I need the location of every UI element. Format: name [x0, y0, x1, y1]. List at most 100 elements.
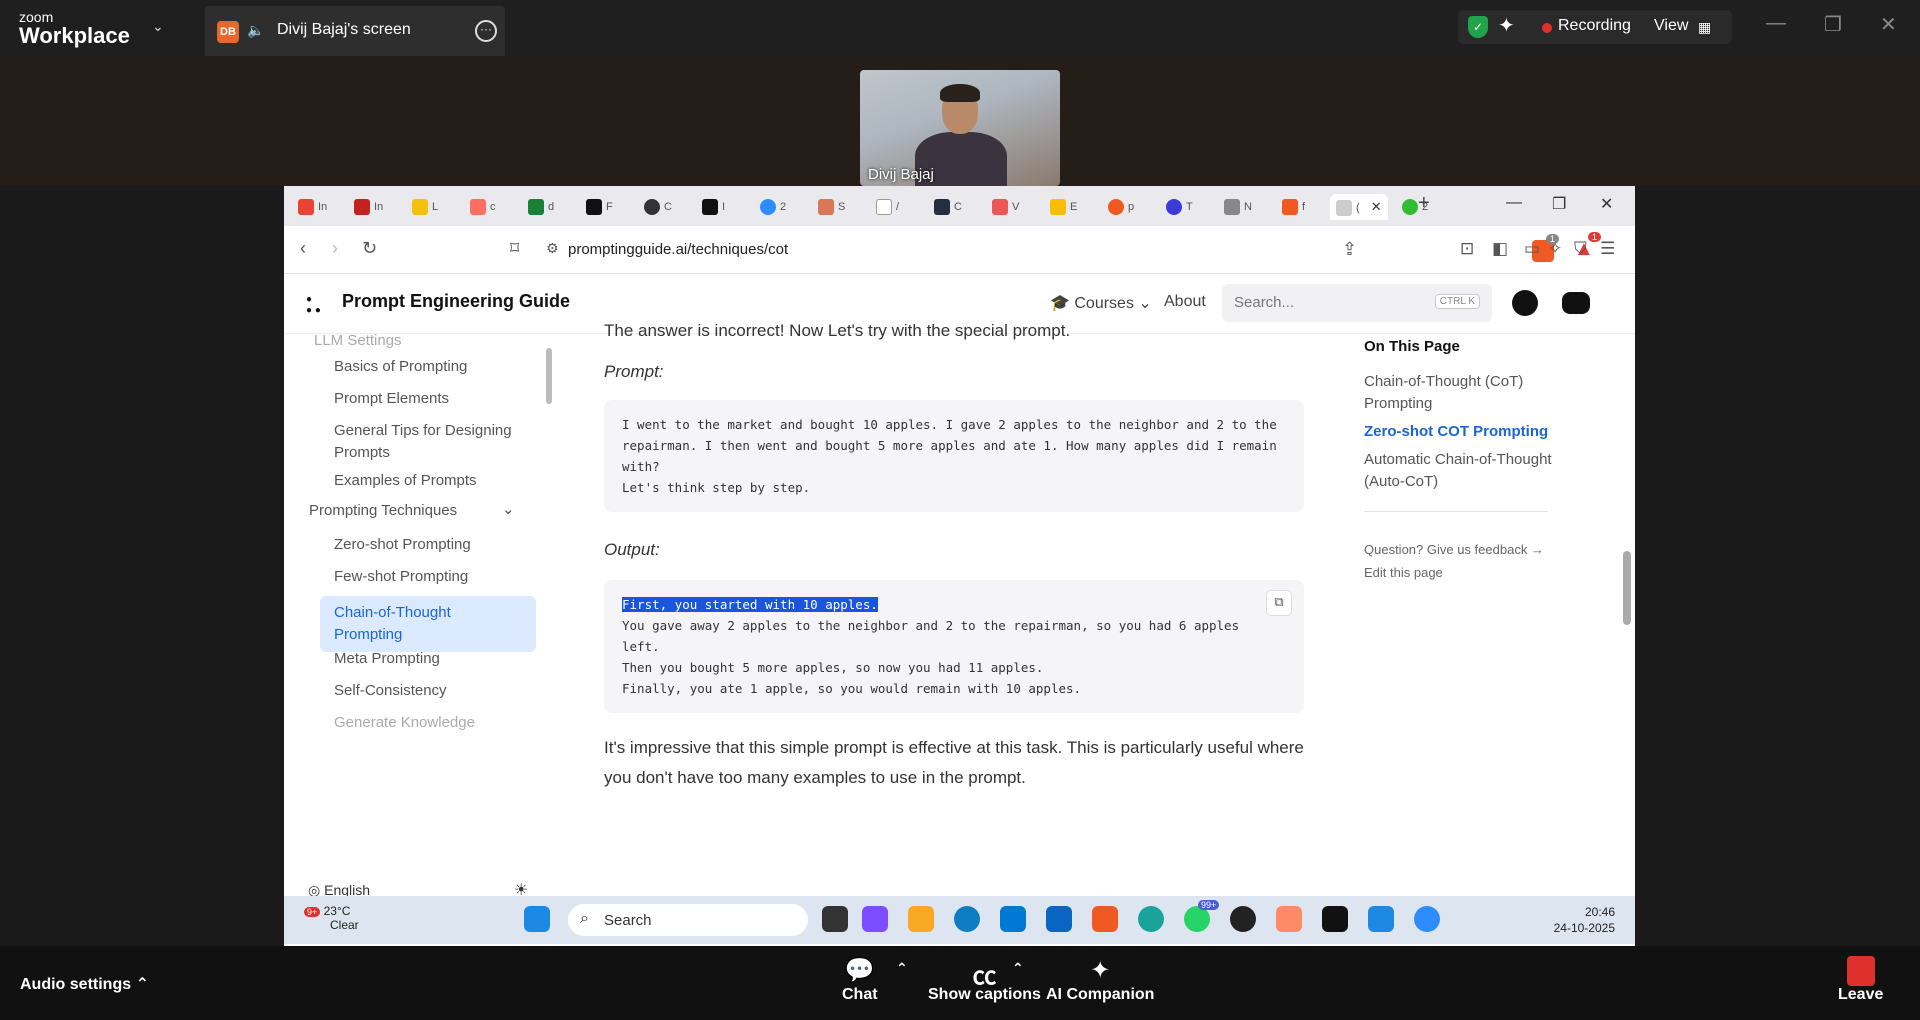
browser-close-icon[interactable]: ✕ [1600, 194, 1613, 214]
sidebar-item-general-tips[interactable]: General Tips for Designing Prompts [334, 420, 514, 464]
tab-13[interactable]: V [992, 194, 1019, 220]
taskbar-search[interactable]: ⌕ Search [568, 904, 808, 936]
sidebar-item-zero-shot[interactable]: Zero-shot Prompting [334, 534, 534, 556]
tab-4[interactable]: c [470, 194, 496, 220]
sidebar-item-elements[interactable]: Prompt Elements [334, 388, 534, 410]
nav-courses[interactable]: 🎓 Courses ⌄ [1050, 293, 1152, 313]
tab-14[interactable]: E [1050, 194, 1077, 220]
security-shield-icon[interactable]: ✓ [1468, 16, 1488, 38]
store-icon[interactable] [1000, 906, 1026, 932]
feedback-link[interactable]: Question? Give us feedback → [1364, 542, 1594, 557]
ai-companion-button[interactable]: ✦ AI Companion [1046, 956, 1154, 1004]
vpn-icon[interactable]: ⛉ [1574, 239, 1587, 259]
chat-button[interactable]: 💬 Chat [842, 956, 878, 1004]
close-icon[interactable]: ✕ [1880, 12, 1897, 37]
sidebar-item-meta[interactable]: Meta Prompting [334, 648, 534, 670]
tab-15[interactable]: p [1108, 194, 1134, 220]
chat-options-chevron-icon[interactable]: ⌃ [896, 960, 908, 977]
outlook-icon[interactable] [1046, 906, 1072, 932]
site-title[interactable]: Prompt Engineering Guide [342, 291, 570, 312]
tab-17[interactable]: N [1224, 194, 1252, 220]
sidebar-item-llm-settings[interactable]: LLM Settings [314, 334, 514, 352]
task-view-icon[interactable] [822, 906, 848, 932]
browser-minimize-icon[interactable]: — [1506, 194, 1522, 212]
more-icon[interactable]: ··· [475, 20, 497, 42]
chevron-down-icon[interactable]: ⌄ [502, 500, 515, 518]
tab-11[interactable]: / [876, 194, 899, 220]
view-button[interactable]: View [1654, 17, 1688, 35]
audio-settings-button[interactable]: Audio settings ⌃ [20, 974, 149, 994]
page-scrollbar[interactable] [1623, 551, 1631, 625]
app-icon[interactable] [1138, 906, 1164, 932]
back-icon[interactable]: ‹ [300, 238, 306, 259]
toc-link-cot[interactable]: Chain-of-Thought (CoT) Prompting [1364, 371, 1594, 415]
tab-12[interactable]: C [934, 194, 962, 220]
prompt-code-block[interactable]: I went to the market and bought 10 apple… [604, 400, 1304, 512]
github-icon[interactable] [1512, 290, 1538, 316]
sidebar-toggle-icon[interactable]: ◧ [1492, 239, 1508, 259]
leave-button[interactable]: Leave [1838, 956, 1883, 1004]
screen-share-tab[interactable]: DB 🔈 Divij Bajaj's screen ··· [205, 6, 505, 56]
sidebar-item-self-consistency[interactable]: Self-Consistency [334, 680, 534, 702]
sidebar-item-basics[interactable]: Basics of Prompting [334, 356, 534, 378]
new-tab-icon[interactable]: + [1418, 192, 1430, 215]
chevron-down-icon[interactable]: ⌄ [152, 18, 164, 35]
nav-about[interactable]: About [1164, 293, 1206, 311]
vscode-icon[interactable] [1368, 906, 1394, 932]
zoom-icon[interactable] [1414, 906, 1440, 932]
ai-sparkle-icon[interactable]: ✦ [1498, 13, 1515, 38]
sidebar-item-few-shot[interactable]: Few-shot Prompting [334, 566, 534, 588]
tab-9[interactable]: 2 [760, 194, 786, 220]
edit-page-link[interactable]: Edit this page [1364, 565, 1594, 580]
browser-maximize-icon[interactable]: ❐ [1552, 194, 1566, 214]
tab-16[interactable]: T [1166, 194, 1193, 220]
captions-button[interactable]: ㏄ Show captions [928, 956, 1041, 1004]
tab-5[interactable]: d [528, 194, 554, 220]
reload-icon[interactable]: ↻ [362, 238, 377, 259]
edge-icon[interactable] [954, 906, 980, 932]
brave-icon[interactable] [1092, 906, 1118, 932]
app-icon[interactable] [862, 906, 888, 932]
tab-7[interactable]: C [644, 194, 672, 220]
file-explorer-icon[interactable] [908, 906, 934, 932]
wallet-icon[interactable]: ▭ [1524, 239, 1540, 259]
leo-ai-icon[interactable]: ✧ [1548, 239, 1562, 259]
sidebar-item-examples[interactable]: Examples of Prompts [334, 470, 534, 492]
windows-start-icon[interactable] [524, 906, 550, 932]
output-code-block[interactable]: First, you started with 10 apples. You g… [604, 580, 1304, 713]
participant-video[interactable]: Divij Bajaj [860, 70, 1060, 186]
share-icon[interactable]: ⇪ [1342, 239, 1357, 260]
tab-gmail-1[interactable]: In [298, 194, 327, 220]
forward-icon[interactable]: › [332, 238, 338, 259]
tab-18[interactable]: f [1282, 194, 1305, 220]
tab-10[interactable]: S [818, 194, 845, 220]
sidebar-item-cot[interactable]: Chain-of-Thought Prompting [334, 602, 474, 646]
maximize-icon[interactable]: ❐ [1824, 12, 1842, 37]
sidebar-section-techniques[interactable]: Prompting Techniques [309, 502, 457, 519]
tab-gmail-2[interactable]: In [354, 194, 383, 220]
sidebar-scrollbar[interactable] [546, 348, 552, 404]
grid-view-icon[interactable]: ▦ [1698, 19, 1711, 36]
tab-3[interactable]: L [412, 194, 438, 220]
captions-options-chevron-icon[interactable]: ⌃ [1012, 960, 1024, 977]
close-tab-icon[interactable]: ✕ [1371, 199, 1382, 214]
recording-label[interactable]: Recording [1558, 17, 1631, 35]
copy-icon[interactable]: ⧉ [1266, 590, 1292, 616]
url-field[interactable]: ⚙ promptingguide.ai/techniques/cot ⇪ [546, 234, 1376, 266]
tab-8[interactable]: I [702, 194, 725, 220]
toc-link-zero-shot-cot[interactable]: Zero-shot COT Prompting [1364, 421, 1594, 443]
site-info-icon[interactable]: ⚙ [546, 240, 559, 257]
minimize-icon[interactable]: — [1766, 12, 1786, 35]
app-icon[interactable] [1276, 906, 1302, 932]
menu-icon[interactable]: ☰ [1600, 239, 1615, 259]
weather-widget[interactable]: 9+ 23°C Clear [304, 904, 359, 932]
toc-link-auto-cot[interactable]: Automatic Chain-of-Thought (Auto-CoT) [1364, 449, 1594, 493]
sidebar-item-generate-knowledge[interactable]: Generate Knowledge [334, 712, 534, 734]
taskbar-clock[interactable]: 20:46 24-10-2025 [1554, 904, 1615, 936]
bookmark-icon[interactable]: ⌑ [510, 238, 519, 259]
tab-6[interactable]: F [586, 194, 613, 220]
site-logo-icon[interactable]: ● ● ● [306, 294, 321, 316]
screenshot-icon[interactable]: ⊡ [1460, 239, 1474, 259]
chatgpt-icon[interactable] [1230, 906, 1256, 932]
app-icon[interactable] [1322, 906, 1348, 932]
